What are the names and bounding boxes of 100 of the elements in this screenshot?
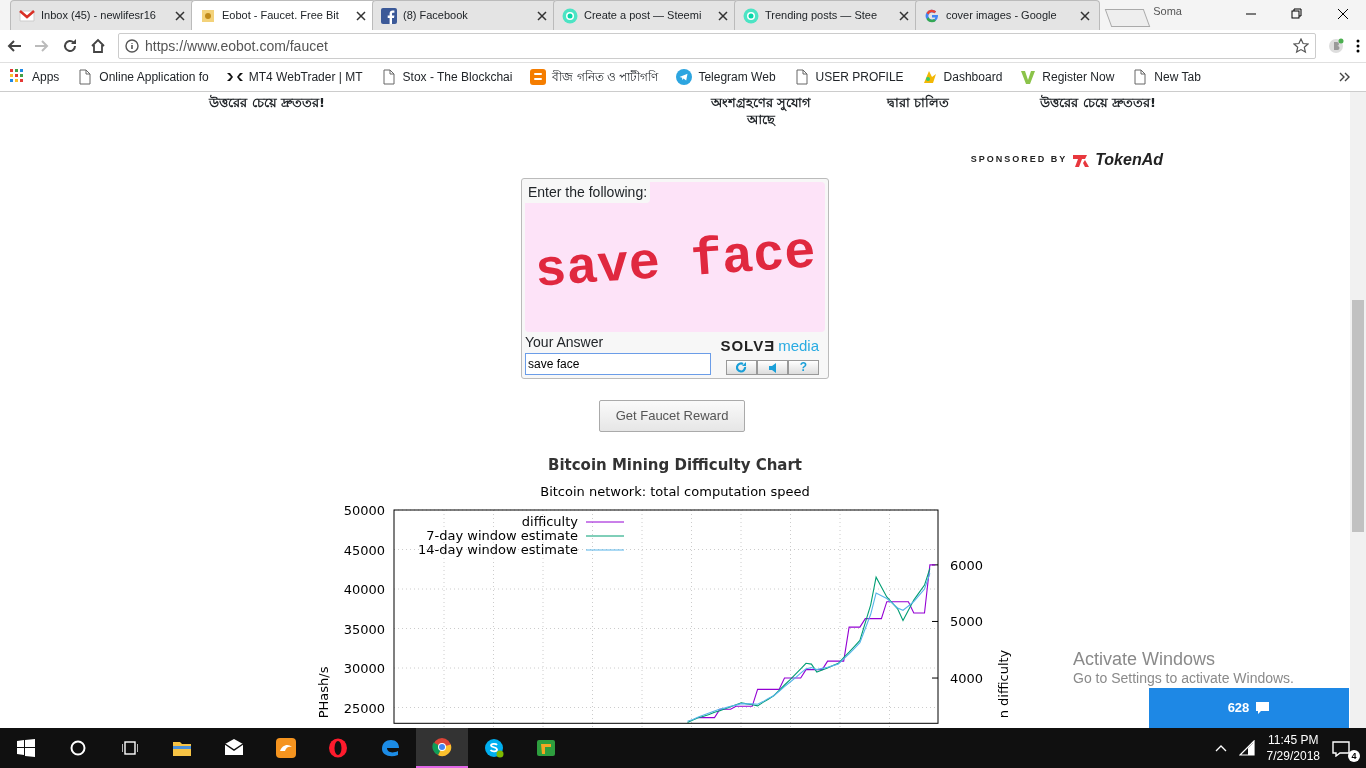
google-icon	[923, 7, 940, 24]
extension-icon[interactable]	[1328, 38, 1344, 54]
close-icon[interactable]	[1337, 7, 1349, 20]
promo-text: অংশগ্রহণের সুযোগ	[710, 94, 812, 111]
legend-label: 7-day window estimate	[426, 528, 578, 543]
promo-text: উত্তরের চেয়ে দ্রুততর!	[1040, 94, 1156, 111]
legend-label: 14-day window estimate	[418, 542, 578, 557]
page-icon	[77, 69, 94, 85]
windows-start-icon[interactable]	[17, 739, 35, 757]
restore-icon[interactable]	[1291, 7, 1303, 20]
sponsor-label: SPONSORED BY	[970, 153, 1068, 167]
tick-label: 40000	[343, 582, 385, 597]
brand-name: TokenAd	[1095, 150, 1163, 170]
browser-tab[interactable]: cover images - Google	[914, 0, 1100, 30]
close-icon[interactable]	[354, 9, 367, 22]
chat-button[interactable]: 628	[1149, 688, 1349, 728]
close-icon[interactable]	[174, 9, 186, 22]
bookmark[interactable]: Register Now	[1020, 68, 1115, 86]
chat-icon	[1255, 701, 1271, 715]
bookmark[interactable]: Stox - The Blockchai	[380, 68, 513, 86]
close-icon[interactable]	[1078, 9, 1091, 22]
tick-label: 25000	[343, 700, 385, 716]
tokenad-logo-icon	[1073, 153, 1090, 167]
bookmark[interactable]: Telegram Web	[676, 68, 776, 86]
menu-icon[interactable]	[1356, 39, 1360, 53]
promo-text: উত্তরের চেয়ে দ্রুততর!	[209, 94, 325, 111]
tick-label: 4000	[950, 671, 984, 687]
skype-icon	[484, 738, 504, 758]
squirrel-logo-icon	[276, 738, 296, 758]
logo-icon	[921, 69, 938, 85]
bookmark[interactable]: USER PROFILE	[793, 68, 904, 86]
blogger-icon	[530, 69, 547, 85]
legend-label: difficulty	[521, 514, 578, 529]
captcha-challenge: save face	[532, 222, 818, 304]
chevron-icon[interactable]	[1214, 743, 1227, 753]
chrome-icon	[432, 737, 452, 757]
captcha-prompt: Enter the following:	[525, 182, 651, 203]
home-icon[interactable]	[90, 38, 106, 54]
tick-label: 5000	[950, 614, 984, 630]
close-icon[interactable]	[535, 9, 548, 22]
promo-text: আছে	[747, 111, 775, 128]
bookmark[interactable]: বীজ গনিত ও পাটীগণি	[530, 68, 659, 86]
bookmark[interactable]: New Tab	[1132, 68, 1201, 86]
activation-title: Activate Windows	[1073, 650, 1217, 669]
notification-count: 4	[1348, 750, 1360, 762]
chart-heading: Bitcoin Mining Difficulty Chart	[547, 454, 803, 476]
app-icon	[536, 738, 556, 758]
back-icon[interactable]	[6, 38, 22, 54]
notifications-button[interactable]: 4	[1332, 734, 1360, 762]
tick-label: 30000	[343, 661, 385, 676]
steem-icon	[561, 7, 578, 24]
close-icon[interactable]	[897, 9, 910, 22]
answer-label: Your Answer	[525, 333, 605, 352]
audio-button[interactable]	[757, 360, 788, 375]
answer-field[interactable]: save face	[525, 353, 711, 375]
task-view-icon[interactable]	[122, 740, 138, 756]
coin-icon	[200, 7, 216, 24]
star-icon[interactable]	[1293, 38, 1309, 54]
tick-label: 35000	[343, 621, 385, 637]
address-bar[interactable]: https://www.eobot.com/faucet	[118, 33, 1316, 59]
reload-icon[interactable]	[62, 38, 78, 54]
promo-text: দ্বারা চালিত	[886, 94, 950, 111]
edge-icon	[380, 738, 400, 758]
tick-label: 50000	[343, 503, 385, 518]
network-icon[interactable]	[1238, 740, 1255, 756]
search-icon[interactable]	[70, 740, 86, 756]
page-icon	[793, 69, 810, 85]
refresh-icon	[736, 362, 747, 373]
mail-icon	[19, 7, 35, 24]
apps-icon	[10, 69, 26, 85]
axis-label: n difficulty	[996, 649, 1011, 719]
logo-text: media	[778, 335, 819, 356]
info-icon[interactable]	[125, 39, 139, 53]
speaker-icon	[767, 361, 778, 374]
bookmark[interactable]: Dashboard	[921, 68, 1003, 86]
reward-button[interactable]: Get Faucet Reward	[598, 400, 746, 432]
close-icon[interactable]	[716, 9, 729, 22]
steem-icon	[742, 7, 759, 24]
clock[interactable]: 11:45 PM 7/29/2018	[1266, 732, 1320, 764]
logo-text: SOLVƎ	[720, 335, 776, 356]
scroll-thumb[interactable]	[1352, 300, 1364, 532]
tick-label: 45000	[343, 542, 385, 558]
tick-label: 6000	[950, 557, 984, 573]
chart-title: Bitcoin network: total computation speed	[540, 484, 810, 499]
mail-icon	[224, 738, 244, 758]
facebook-icon	[380, 7, 397, 24]
axis-label: PHash/s	[316, 666, 331, 719]
bookmark[interactable]: Apps	[10, 68, 60, 86]
notification-icon	[1332, 739, 1350, 757]
refresh-button[interactable]	[726, 360, 757, 375]
taskbar-app[interactable]	[416, 728, 468, 768]
logo-icon	[1020, 69, 1037, 85]
telegram-icon	[676, 69, 693, 85]
chevron-icon[interactable]	[1339, 72, 1350, 82]
bookmark[interactable]: MT4 WebTrader | MT	[226, 68, 363, 86]
bookmark[interactable]: Online Application fo	[77, 68, 209, 86]
scrollbar[interactable]	[1350, 92, 1366, 728]
activation-hint: Go to Settings to activate Windows.	[1073, 669, 1294, 688]
profile-name[interactable]: Soma	[1147, 3, 1188, 20]
page-icon	[380, 69, 397, 85]
